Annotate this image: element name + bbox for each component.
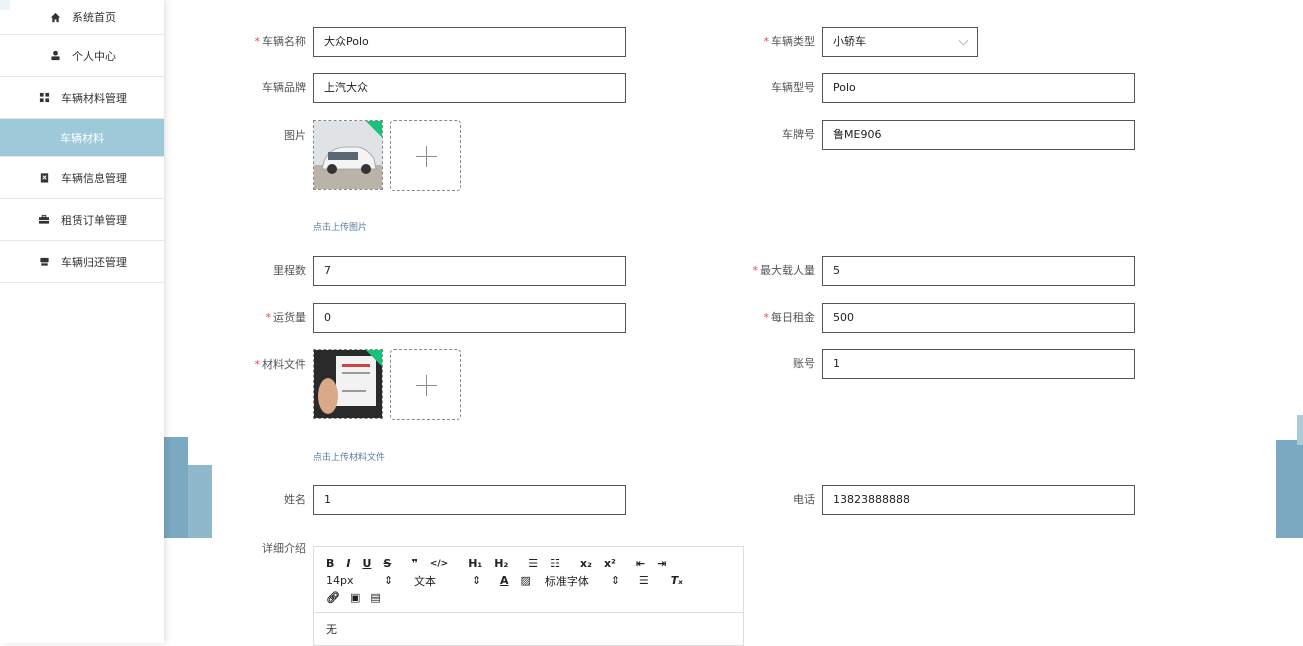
material-file-label: * 材料文件	[254, 358, 307, 371]
superscript-button[interactable]: x²	[604, 557, 616, 570]
h2-button[interactable]: H₂	[494, 557, 508, 570]
vehicle-name-label: * 车辆名称	[254, 35, 307, 48]
detail-label: 详细介绍	[262, 542, 306, 555]
material-upload-hint: 点击上传材料文件	[313, 453, 386, 463]
strike-button[interactable]: S	[383, 557, 391, 570]
align-icon[interactable]: ☰	[639, 574, 649, 587]
plate-input[interactable]: 鲁ME906	[822, 120, 1135, 150]
sidebar-item-label: 车辆材料管理	[61, 91, 127, 105]
decor-shape-left	[164, 437, 188, 538]
model-label: 车辆型号	[771, 81, 815, 94]
underline-button[interactable]: U	[362, 557, 371, 570]
text-style-select[interactable]: 文本	[414, 573, 472, 589]
phone-label: 电话	[793, 493, 815, 506]
clear-format-icon[interactable]: Tₓ	[671, 574, 683, 587]
sidebar-item-label: 个人中心	[72, 49, 116, 63]
sidebar-item-returns[interactable]: 车辆归还管理	[0, 241, 164, 283]
rich-text-editor: B I U S ❞ </> H₁ H₂ ☰ ☷ x₂ x² ⇤ ⇥ 14px ⇕…	[313, 546, 744, 646]
briefcase-icon	[37, 214, 51, 226]
image-upload-hint: 点击上传图片	[313, 223, 368, 233]
sidebar-item-orders[interactable]: 租赁订单管理	[0, 199, 164, 241]
indent-icon[interactable]: ⇥	[657, 557, 666, 570]
sidebar-item-label: 系统首页	[72, 11, 116, 24]
car-photo	[314, 121, 382, 189]
account-label: 账号	[793, 357, 815, 370]
background-color-icon[interactable]: ▨	[521, 574, 531, 587]
name-input[interactable]: 1	[313, 485, 626, 515]
name-label: 姓名	[284, 493, 306, 506]
font-size-arrow-icon: ⇕	[384, 574, 394, 587]
sidebar: 系统首页 个人中心 车辆材料管理 车辆材料 车辆信息管理 租赁订单管理 车辆归还…	[0, 0, 164, 643]
car-image-thumbnail[interactable]	[313, 120, 383, 190]
account-input[interactable]: 1	[822, 349, 1135, 379]
subscript-button[interactable]: x₂	[580, 557, 592, 570]
decor-shape-right-2	[1297, 415, 1303, 445]
material-file-thumbnail[interactable]	[313, 349, 383, 419]
vehicle-type-select[interactable]: 小轿车	[822, 27, 978, 57]
sidebar-item-material[interactable]: 车辆材料	[0, 119, 164, 157]
grid-icon	[37, 92, 51, 104]
sidebar-item-label: 车辆信息管理	[61, 171, 127, 185]
sidebar-item-home[interactable]: 系统首页	[0, 0, 164, 35]
image-label: 图片	[284, 129, 306, 142]
font-size-select[interactable]: 14px	[326, 574, 384, 587]
sidebar-item-label: 租赁订单管理	[61, 213, 127, 227]
home-icon	[48, 11, 62, 23]
decor-shape-left-2	[188, 465, 212, 538]
code-icon[interactable]: </>	[430, 559, 448, 569]
vehicle-type-label: * 车辆类型	[763, 35, 816, 48]
inbox-icon	[37, 256, 51, 268]
plate-label: 车牌号	[782, 128, 815, 141]
ordered-list-icon[interactable]: ☰	[528, 557, 538, 570]
daily-rent-label: * 每日租金	[763, 311, 816, 324]
h1-button[interactable]: H₁	[468, 557, 482, 570]
font-family-select[interactable]: 标准字体	[545, 573, 611, 589]
editor-content[interactable]: 无	[314, 613, 743, 645]
font-family-arrow-icon: ⇕	[610, 574, 621, 587]
cargo-input[interactable]: 0	[313, 303, 626, 333]
text-style-arrow-icon: ⇕	[472, 574, 482, 587]
max-passengers-label: * 最大载人量	[752, 264, 816, 277]
brand-input[interactable]: 上汽大众	[313, 73, 626, 103]
material-upload-button[interactable]	[390, 349, 461, 420]
phone-input[interactable]: 13823888888	[822, 485, 1135, 515]
font-color-icon[interactable]: A	[500, 574, 509, 587]
sidebar-item-label: 车辆材料	[60, 131, 104, 145]
image-icon[interactable]: ▣	[350, 591, 360, 604]
quote-icon[interactable]: ❞	[411, 557, 417, 570]
bullet-list-icon[interactable]: ☷	[550, 557, 560, 570]
sidebar-item-profile[interactable]: 个人中心	[0, 35, 164, 77]
image-upload-button[interactable]	[390, 120, 461, 191]
model-input[interactable]: Polo	[822, 73, 1135, 103]
outdent-icon[interactable]: ⇤	[636, 557, 645, 570]
daily-rent-input[interactable]: 500	[822, 303, 1135, 333]
sidebar-item-vehicle-info[interactable]: 车辆信息管理	[0, 157, 164, 199]
mileage-label: 里程数	[273, 264, 306, 277]
decor-shape-right	[1276, 440, 1303, 538]
corner-mark	[0, 0, 10, 10]
user-icon	[48, 50, 62, 62]
document-photo	[314, 350, 382, 418]
clipboard-icon	[37, 172, 51, 184]
editor-toolbar: B I U S ❞ </> H₁ H₂ ☰ ☷ x₂ x² ⇤ ⇥ 14px ⇕…	[314, 547, 743, 613]
chevron-down-icon	[958, 35, 969, 46]
brand-label: 车辆品牌	[262, 81, 306, 94]
bold-button[interactable]: B	[326, 557, 334, 570]
mileage-input[interactable]: 7	[313, 256, 626, 286]
sidebar-item-material-mgmt[interactable]: 车辆材料管理	[0, 77, 164, 119]
italic-button[interactable]: I	[346, 557, 350, 570]
link-icon[interactable]: 🔗︎	[326, 591, 340, 604]
vehicle-name-input[interactable]: 大众Polo	[313, 27, 626, 57]
cargo-label: * 运货量	[265, 311, 307, 324]
sidebar-item-label: 车辆归还管理	[61, 255, 127, 269]
max-passengers-input[interactable]: 5	[822, 256, 1135, 286]
video-icon[interactable]: ▤	[370, 591, 380, 604]
